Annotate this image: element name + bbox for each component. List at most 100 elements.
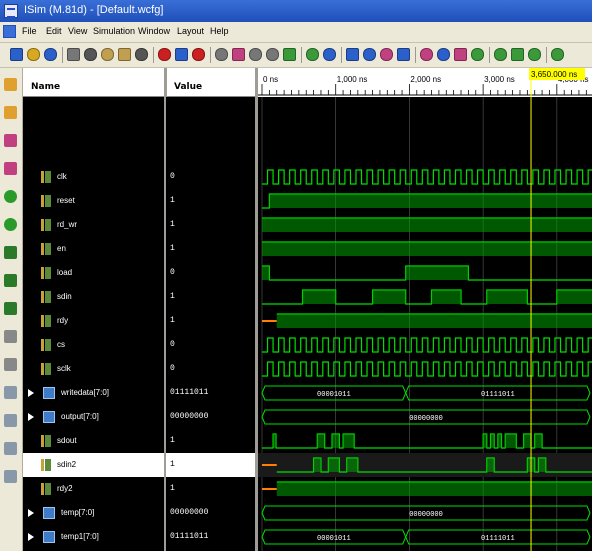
collapse-icon[interactable] <box>4 470 17 483</box>
menu-simulation[interactable]: Simulation <box>93 26 135 36</box>
waveform-pane[interactable]: 00001011 01111011 00000000 00000000 00001011… <box>258 97 592 551</box>
signal-row[interactable]: rdy <box>23 309 164 333</box>
document-icon[interactable] <box>3 25 16 38</box>
menu-edit[interactable]: Edit <box>46 26 62 36</box>
value-row[interactable]: 1 <box>166 453 255 477</box>
value-row[interactable]: 01111011 <box>166 381 255 405</box>
name-column-header[interactable]: Name <box>31 82 60 92</box>
next-transition-icon[interactable] <box>4 274 17 287</box>
value-row[interactable]: 1 <box>166 213 255 237</box>
zoom-full-icon[interactable] <box>471 48 484 61</box>
waveform-svg[interactable]: 00001011 01111011 00000000 00000000 00001011… <box>258 97 592 551</box>
value-row[interactable]: 0 <box>166 357 255 381</box>
ruler-label: 2,000 ns <box>410 75 441 84</box>
zoom-in-icon[interactable] <box>420 48 433 61</box>
high-level-fill <box>273 434 277 448</box>
menu-layout[interactable]: Layout <box>177 26 204 36</box>
zoom-out-icon[interactable] <box>437 48 450 61</box>
signal-row[interactable]: sdin2 <box>23 453 164 477</box>
prev-transition-icon[interactable] <box>4 246 17 259</box>
menu-file[interactable]: File <box>22 26 37 36</box>
signal-row[interactable]: rdy2 <box>23 477 164 501</box>
open-icon[interactable] <box>27 48 40 61</box>
value-row[interactable]: 1 <box>166 189 255 213</box>
paste-icon[interactable] <box>118 48 131 61</box>
value-row[interactable]: 1 <box>166 285 255 309</box>
signal-row[interactable]: load <box>23 261 164 285</box>
value-row[interactable]: 1 <box>166 429 255 453</box>
signal-row[interactable]: sdout <box>23 429 164 453</box>
cut-icon[interactable] <box>84 48 97 61</box>
value-row[interactable]: 0 <box>166 333 255 357</box>
copy-icon[interactable] <box>101 48 114 61</box>
menu-view[interactable]: View <box>68 26 87 36</box>
expand-arrow-icon[interactable] <box>28 389 34 397</box>
signal-row[interactable]: temp1[7:0] <box>23 525 164 549</box>
restart-icon[interactable] <box>283 48 296 61</box>
signal-row[interactable]: en <box>23 237 164 261</box>
expand-arrow-icon[interactable] <box>28 413 34 421</box>
high-level-fill <box>276 482 592 496</box>
signal-row[interactable]: rd_wr <box>23 213 164 237</box>
ruler-label: 0 ns <box>263 75 278 84</box>
info-icon[interactable] <box>249 48 262 61</box>
value-row[interactable]: 00000000 <box>166 501 255 525</box>
signal-row[interactable]: writedata[7:0] <box>23 381 164 405</box>
signal-row[interactable]: clk <box>23 165 164 189</box>
zoom-fit-icon[interactable] <box>454 48 467 61</box>
value-row[interactable]: 0 <box>166 165 255 189</box>
break-icon[interactable] <box>363 48 376 61</box>
signal-row[interactable]: cs <box>23 333 164 357</box>
signal-row[interactable]: sdin <box>23 285 164 309</box>
zoom-icon[interactable] <box>266 48 279 61</box>
value-row[interactable]: 01111011 <box>166 525 255 549</box>
redo-icon[interactable] <box>192 48 205 61</box>
signal-value: 01111011 <box>170 388 209 397</box>
menu-window[interactable]: Window <box>138 26 170 36</box>
stop-icon[interactable] <box>158 48 171 61</box>
cursor-icon[interactable] <box>494 48 507 61</box>
signal-icon <box>41 339 51 351</box>
go-icon[interactable] <box>4 190 17 203</box>
insert-icon[interactable] <box>4 302 17 315</box>
zoom-fit-icon[interactable] <box>4 134 17 147</box>
find-next-icon[interactable] <box>232 48 245 61</box>
signal-row[interactable]: output[7:0] <box>23 405 164 429</box>
help-icon[interactable] <box>397 48 410 61</box>
signal-row[interactable]: temp[7:0] <box>23 501 164 525</box>
value-row[interactable]: 1 <box>166 237 255 261</box>
new-icon[interactable] <box>10 48 23 61</box>
print-icon[interactable] <box>67 48 80 61</box>
next-marker-icon[interactable] <box>528 48 541 61</box>
swap-icon[interactable] <box>551 48 564 61</box>
prev-marker-icon[interactable] <box>511 48 524 61</box>
step-icon[interactable] <box>346 48 359 61</box>
undo-icon[interactable] <box>175 48 188 61</box>
find-icon[interactable] <box>215 48 228 61</box>
signal-row[interactable]: sclk <box>23 357 164 381</box>
cursor-up-icon[interactable] <box>4 330 17 343</box>
signal-name: clk <box>57 172 67 181</box>
list-icon[interactable] <box>4 386 17 399</box>
zoom-out-icon[interactable] <box>4 106 17 119</box>
value-row[interactable]: 00000000 <box>166 405 255 429</box>
expand-arrow-icon[interactable] <box>28 533 34 541</box>
value-row[interactable]: 0 <box>166 261 255 285</box>
signal-row[interactable]: reset <box>23 189 164 213</box>
run-icon[interactable] <box>306 48 319 61</box>
save-icon[interactable] <box>44 48 57 61</box>
value-row[interactable]: 1 <box>166 477 255 501</box>
expand-icon[interactable] <box>4 442 17 455</box>
marker-icon[interactable] <box>380 48 393 61</box>
value-row[interactable]: 1 <box>166 309 255 333</box>
grid-icon[interactable] <box>4 414 17 427</box>
expand-arrow-icon[interactable] <box>28 509 34 517</box>
marker-add-icon[interactable] <box>4 162 17 175</box>
go-all-icon[interactable] <box>4 218 17 231</box>
menu-help[interactable]: Help <box>210 26 229 36</box>
zoom-in-icon[interactable] <box>4 78 17 91</box>
run-all-icon[interactable] <box>323 48 336 61</box>
delete-icon[interactable] <box>135 48 148 61</box>
swap-icon[interactable] <box>4 358 17 371</box>
value-column-header[interactable]: Value <box>174 82 202 92</box>
